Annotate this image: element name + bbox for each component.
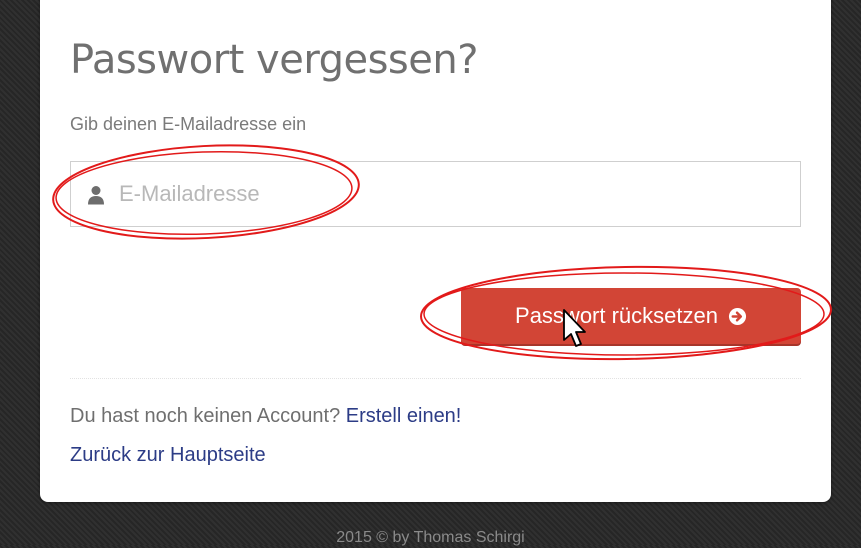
create-account-link[interactable]: Erstell einen! xyxy=(346,405,462,427)
page: Passwort vergessen? Gib deinen E-Mailadr… xyxy=(0,0,861,546)
footer-copyright: 2015 © by Thomas Schirgi xyxy=(336,529,525,546)
back-to-home-link[interactable]: Zurück zur Hauptseite xyxy=(70,442,266,468)
reset-password-button[interactable]: Passwort rücksetzen xyxy=(461,288,801,344)
no-account-line: Du hast noch keinen Account? Erstell ein… xyxy=(70,403,461,429)
reset-password-label: Passwort rücksetzen xyxy=(515,303,718,328)
mouse-cursor-icon xyxy=(563,309,586,347)
email-prompt: Gib deinen E-Mailadresse ein xyxy=(70,114,307,134)
email-input[interactable] xyxy=(119,162,779,226)
page-title: Passwort vergessen? xyxy=(70,37,478,83)
divider xyxy=(70,378,801,379)
arrow-circle-right-icon xyxy=(728,307,747,325)
email-field-wrapper[interactable] xyxy=(70,161,801,227)
no-account-prompt: Du hast noch keinen Account? xyxy=(70,405,341,427)
user-icon xyxy=(88,186,104,205)
